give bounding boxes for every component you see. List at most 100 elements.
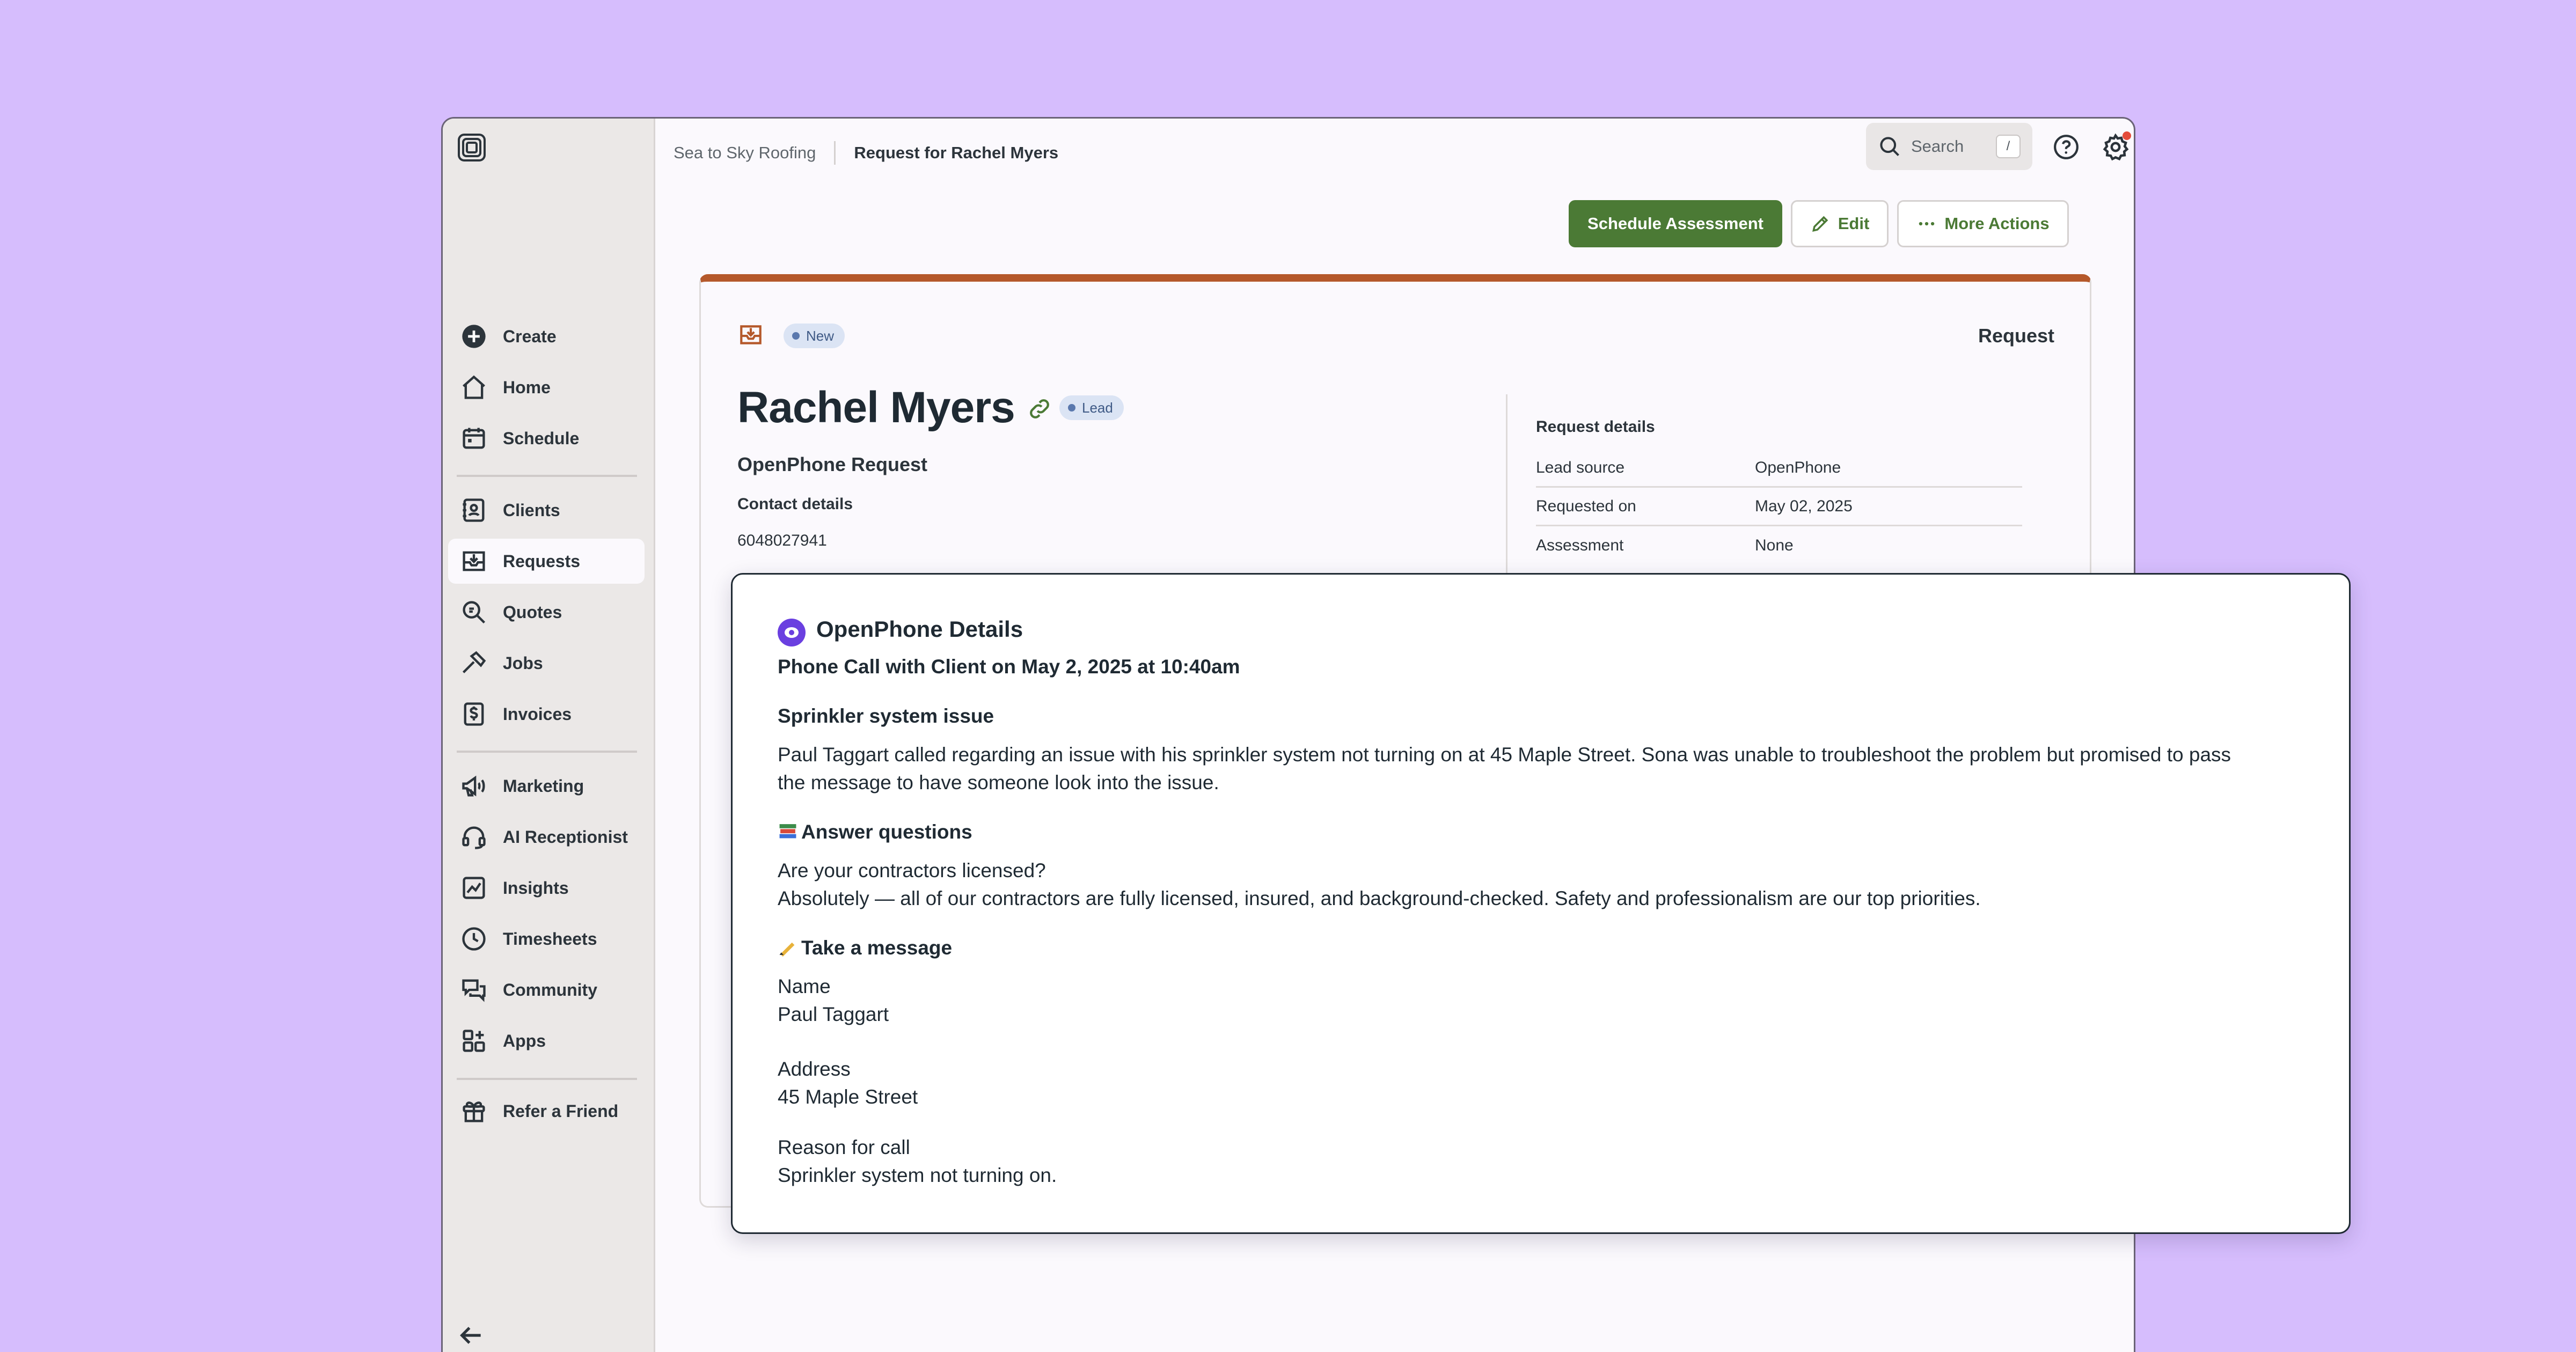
- help-icon[interactable]: [2053, 134, 2080, 160]
- link-icon[interactable]: [1027, 396, 1052, 421]
- sidebar-item-invoices[interactable]: Invoices: [448, 692, 645, 737]
- call-summary: Phone Call with Client on May 2, 2025 at…: [778, 656, 1240, 678]
- sidebar-item-schedule[interactable]: Schedule: [448, 416, 645, 461]
- client-name: Rachel Myers: [737, 383, 1015, 432]
- reason-label: Reason for call: [778, 1136, 910, 1158]
- sidebar-item-timesheets[interactable]: Timesheets: [448, 916, 645, 961]
- sidebar-item-label: Insights: [503, 878, 569, 898]
- issue-line-2: the message to have someone look into th…: [778, 771, 1219, 793]
- openphone-logo-icon: [778, 619, 806, 646]
- faq-answer: Absolutely — all of our contractors are …: [778, 887, 1981, 909]
- search-placeholder: Search: [1911, 137, 1964, 156]
- chart-icon: [458, 872, 490, 904]
- contact-phone[interactable]: 6048027941: [737, 532, 827, 550]
- detail-row-lead-source: Lead source OpenPhone: [1536, 449, 2022, 488]
- sidebar-divider: [457, 751, 637, 753]
- sidebar-item-refer-a-friend[interactable]: Refer a Friend: [448, 1089, 645, 1134]
- sidebar-item-label: Schedule: [503, 428, 580, 448]
- breadcrumb-separator: [834, 141, 836, 165]
- plus-circle-icon: [458, 320, 490, 352]
- edit-button-label: Edit: [1838, 214, 1870, 233]
- quote-search-icon: [458, 596, 490, 628]
- collapse-sidebar-arrow-icon[interactable]: [456, 1320, 486, 1350]
- name-value: Paul Taggart: [778, 1003, 889, 1025]
- reason-value: Sprinkler system not turning on.: [778, 1164, 1057, 1186]
- take-a-message-heading: Take a message: [778, 934, 952, 962]
- card-type-label: Request: [1978, 325, 2054, 347]
- faq-question: Are your contractors licensed?: [778, 859, 1046, 881]
- schedule-assessment-button[interactable]: Schedule Assessment: [1569, 200, 1782, 247]
- sidebar-item-create[interactable]: Create: [448, 314, 645, 359]
- sidebar-item-label: Home: [503, 377, 551, 397]
- request-details-heading: Request details: [1536, 418, 1655, 436]
- issue-heading: Sprinkler system issue: [778, 705, 994, 727]
- sidebar-item-label: Refer a Friend: [503, 1101, 619, 1121]
- address-label: Address: [778, 1058, 851, 1080]
- apps-grid-icon: [458, 1025, 490, 1057]
- notification-dot: [2123, 131, 2131, 140]
- breadcrumb-company-link[interactable]: Sea to Sky Roofing: [674, 143, 816, 163]
- sidebar-item-label: Clients: [503, 500, 560, 520]
- calendar-icon: [458, 422, 490, 454]
- request-title: OpenPhone Request: [737, 453, 928, 475]
- more-actions-button[interactable]: More Actions: [1897, 200, 2069, 247]
- home-icon: [458, 371, 490, 403]
- search-input[interactable]: Search /: [1866, 123, 2032, 170]
- issue-line-1: Paul Taggart called regarding an issue w…: [778, 744, 2231, 766]
- openphone-panel-title: OpenPhone Details: [816, 616, 1023, 642]
- detail-row-requested-on: Requested on May 02, 2025: [1536, 488, 2022, 526]
- headset-icon: [458, 821, 490, 853]
- search-shortcut-key: /: [1996, 135, 2021, 158]
- writing-hand-icon: [779, 942, 795, 957]
- sidebar-item-marketing[interactable]: Marketing: [448, 763, 645, 809]
- openphone-details-panel: OpenPhone Details Phone Call with Client…: [731, 573, 2351, 1234]
- sidebar-item-ai-receptionist[interactable]: AI Receptionist: [448, 814, 645, 859]
- sidebar-item-label: Timesheets: [503, 929, 597, 949]
- sidebar-item-insights[interactable]: Insights: [448, 865, 645, 910]
- status-dot: [792, 332, 800, 340]
- sidebar-item-label: Apps: [503, 1031, 546, 1050]
- sidebar-item-jobs[interactable]: Jobs: [448, 641, 645, 686]
- search-icon: [1880, 137, 1899, 156]
- sidebar-divider: [457, 475, 637, 477]
- sidebar: Create Home Schedule Clients Requests Qu…: [443, 119, 655, 1352]
- sidebar-item-label: Quotes: [503, 602, 562, 622]
- clock-icon: [458, 923, 490, 955]
- status-badge: New: [784, 324, 845, 348]
- sidebar-item-label: Requests: [503, 551, 581, 571]
- address-book-icon: [458, 494, 490, 526]
- invoice-dollar-icon: [458, 698, 490, 730]
- lead-dot: [1068, 404, 1075, 412]
- sidebar-item-apps[interactable]: Apps: [448, 1018, 645, 1063]
- sidebar-item-home[interactable]: Home: [448, 365, 645, 410]
- sidebar-item-label: Jobs: [503, 653, 543, 673]
- request-inbox-icon: [740, 325, 762, 344]
- sidebar-item-clients[interactable]: Clients: [448, 488, 645, 533]
- sidebar-item-label: Community: [503, 980, 597, 1000]
- detail-row-assessment: Assessment None: [1536, 537, 1794, 554]
- hammer-icon: [458, 647, 490, 679]
- address-value: 45 Maple Street: [778, 1086, 918, 1108]
- sidebar-item-requests[interactable]: Requests: [448, 539, 645, 584]
- edit-button[interactable]: Edit: [1791, 200, 1889, 247]
- sidebar-item-label: AI Receptionist: [503, 827, 628, 847]
- sidebar-item-label: Create: [503, 326, 557, 346]
- more-dots-icon: [1919, 222, 1935, 226]
- sidebar-item-label: Invoices: [503, 704, 572, 724]
- sidebar-item-quotes[interactable]: Quotes: [448, 590, 645, 635]
- breadcrumb-current-page: Request for Rachel Myers: [854, 143, 1059, 162]
- inbox-download-icon: [458, 545, 490, 577]
- jobber-logo-icon[interactable]: [456, 131, 488, 164]
- more-actions-label: More Actions: [1944, 214, 2050, 233]
- name-label: Name: [778, 975, 831, 997]
- books-icon: [779, 824, 796, 839]
- lead-badge: Lead: [1059, 395, 1124, 420]
- sidebar-item-community[interactable]: Community: [448, 967, 645, 1012]
- chat-bubbles-icon: [458, 974, 490, 1006]
- contact-details-heading: Contact details: [737, 495, 853, 513]
- gift-icon: [458, 1095, 490, 1127]
- sidebar-divider: [457, 1078, 637, 1080]
- sidebar-item-label: Marketing: [503, 776, 584, 796]
- megaphone-icon: [458, 770, 490, 802]
- breadcrumb: Sea to Sky Roofing Request for Rachel My…: [674, 137, 1058, 169]
